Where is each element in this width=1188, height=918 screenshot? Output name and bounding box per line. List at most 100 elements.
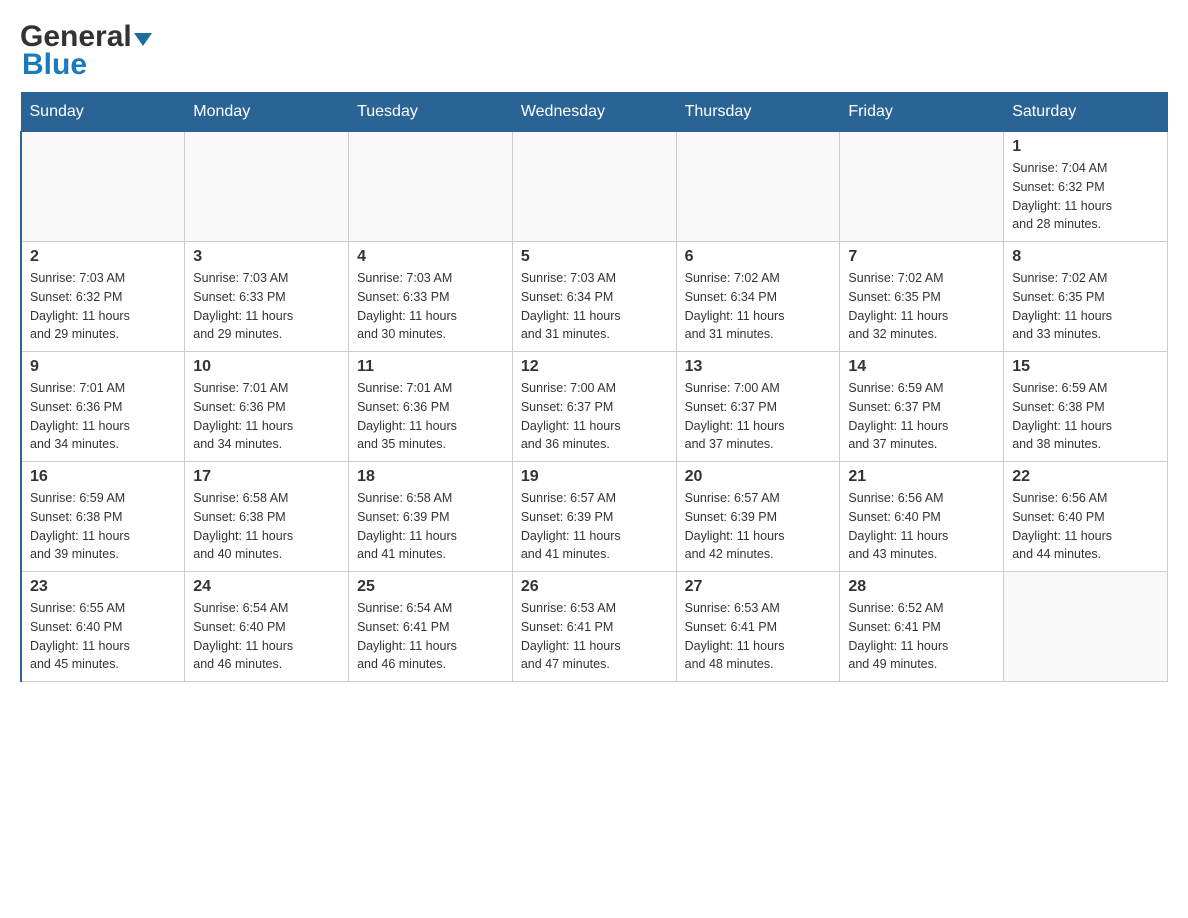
day-info: Sunrise: 7:00 AMSunset: 6:37 PMDaylight:… — [685, 379, 832, 454]
calendar-cell — [840, 132, 1004, 242]
day-info: Sunrise: 7:03 AMSunset: 6:33 PMDaylight:… — [193, 269, 340, 344]
calendar-cell: 23 Sunrise: 6:55 AMSunset: 6:40 PMDayligh… — [21, 572, 185, 682]
day-number: 3 — [193, 248, 340, 266]
calendar-cell: 18Sunrise: 6:58 AMSunset: 6:39 PMDayligh… — [349, 462, 513, 572]
day-number: 4 — [357, 248, 504, 266]
calendar-cell — [185, 132, 349, 242]
day-info: Sunrise: 6:59 AMSunset: 6:37 PMDaylight:… — [848, 379, 995, 454]
day-info: Sunrise: 6:54 AMSunset: 6:41 PMDaylight:… — [357, 599, 504, 674]
logo-blue: Blue — [20, 48, 87, 82]
calendar-cell: 20 Sunrise: 6:57 AMSunset: 6:39 PMDayligh… — [676, 462, 840, 572]
day-number: 15 — [1012, 358, 1159, 376]
day-info: Sunrise: 7:01 AMSunset: 6:36 PMDaylight:… — [357, 379, 504, 454]
day-info: Sunrise: 7:04 AMSunset: 6:32 PMDaylight:… — [1012, 159, 1159, 234]
week-row-2: 2 Sunrise: 7:03 AMSunset: 6:32 PMDaylight… — [21, 242, 1168, 352]
day-info: Sunrise: 7:02 AMSunset: 6:35 PMDaylight:… — [1012, 269, 1159, 344]
day-info: Sunrise: 6:59 AMSunset: 6:38 PMDaylight:… — [1012, 379, 1159, 454]
day-number: 23 — [30, 578, 176, 596]
day-info: Sunrise: 6:58 AMSunset: 6:38 PMDaylight:… — [193, 489, 340, 564]
day-number: 6 — [685, 248, 832, 266]
day-number: 9 — [30, 358, 176, 376]
calendar-cell: 10 Sunrise: 7:01 AMSunset: 6:36 PMDayligh… — [185, 352, 349, 462]
calendar-cell — [349, 132, 513, 242]
calendar-cell: 21 Sunrise: 6:56 AMSunset: 6:40 PMDayligh… — [840, 462, 1004, 572]
day-info: Sunrise: 7:03 AMSunset: 6:34 PMDaylight:… — [521, 269, 668, 344]
weekday-header-wednesday: Wednesday — [512, 93, 676, 132]
day-info: Sunrise: 7:03 AMSunset: 6:32 PMDaylight:… — [30, 269, 176, 344]
calendar-cell — [21, 132, 185, 242]
calendar-cell: 24Sunrise: 6:54 AMSunset: 6:40 PMDayligh… — [185, 572, 349, 682]
day-info: Sunrise: 7:01 AMSunset: 6:36 PMDaylight:… — [30, 379, 176, 454]
day-number: 2 — [30, 248, 176, 266]
weekday-header-sunday: Sunday — [21, 93, 185, 132]
calendar-cell: 13 Sunrise: 7:00 AMSunset: 6:37 PMDayligh… — [676, 352, 840, 462]
calendar-cell — [1004, 572, 1168, 682]
calendar-cell: 26Sunrise: 6:53 AMSunset: 6:41 PMDayligh… — [512, 572, 676, 682]
calendar-cell: 3 Sunrise: 7:03 AMSunset: 6:33 PMDaylight… — [185, 242, 349, 352]
calendar-cell: 15 Sunrise: 6:59 AMSunset: 6:38 PMDayligh… — [1004, 352, 1168, 462]
day-number: 27 — [685, 578, 832, 596]
day-number: 14 — [848, 358, 995, 376]
day-info: Sunrise: 6:52 AMSunset: 6:41 PMDaylight:… — [848, 599, 995, 674]
day-info: Sunrise: 6:58 AMSunset: 6:39 PMDaylight:… — [357, 489, 504, 564]
page-header: General Blue — [20, 20, 1168, 82]
weekday-header-thursday: Thursday — [676, 93, 840, 132]
calendar-cell: 17 Sunrise: 6:58 AMSunset: 6:38 PMDayligh… — [185, 462, 349, 572]
day-number: 1 — [1012, 138, 1159, 156]
weekday-header-monday: Monday — [185, 93, 349, 132]
day-number: 17 — [193, 468, 340, 486]
day-number: 5 — [521, 248, 668, 266]
calendar-cell: 9 Sunrise: 7:01 AMSunset: 6:36 PMDaylight… — [21, 352, 185, 462]
day-number: 11 — [357, 358, 504, 376]
day-info: Sunrise: 7:03 AMSunset: 6:33 PMDaylight:… — [357, 269, 504, 344]
calendar-cell: 27 Sunrise: 6:53 AMSunset: 6:41 PMDayligh… — [676, 572, 840, 682]
weekday-header-row: SundayMondayTuesdayWednesdayThursdayFrid… — [21, 93, 1168, 132]
day-info: Sunrise: 6:57 AMSunset: 6:39 PMDaylight:… — [521, 489, 668, 564]
week-row-1: 1 Sunrise: 7:04 AMSunset: 6:32 PMDaylight… — [21, 132, 1168, 242]
calendar-cell: 1 Sunrise: 7:04 AMSunset: 6:32 PMDaylight… — [1004, 132, 1168, 242]
calendar-cell: 28Sunrise: 6:52 AMSunset: 6:41 PMDayligh… — [840, 572, 1004, 682]
day-info: Sunrise: 7:02 AMSunset: 6:35 PMDaylight:… — [848, 269, 995, 344]
day-info: Sunrise: 6:56 AMSunset: 6:40 PMDaylight:… — [848, 489, 995, 564]
calendar-table: SundayMondayTuesdayWednesdayThursdayFrid… — [20, 92, 1168, 682]
day-number: 25 — [357, 578, 504, 596]
calendar-cell — [676, 132, 840, 242]
calendar-cell: 14 Sunrise: 6:59 AMSunset: 6:37 PMDayligh… — [840, 352, 1004, 462]
calendar-cell: 5 Sunrise: 7:03 AMSunset: 6:34 PMDaylight… — [512, 242, 676, 352]
day-number: 20 — [685, 468, 832, 486]
day-info: Sunrise: 6:56 AMSunset: 6:40 PMDaylight:… — [1012, 489, 1159, 564]
calendar-cell: 2 Sunrise: 7:03 AMSunset: 6:32 PMDaylight… — [21, 242, 185, 352]
day-number: 16 — [30, 468, 176, 486]
day-number: 8 — [1012, 248, 1159, 266]
weekday-header-friday: Friday — [840, 93, 1004, 132]
calendar-cell: 19 Sunrise: 6:57 AMSunset: 6:39 PMDayligh… — [512, 462, 676, 572]
day-info: Sunrise: 6:53 AMSunset: 6:41 PMDaylight:… — [521, 599, 668, 674]
day-info: Sunrise: 6:59 AMSunset: 6:38 PMDaylight:… — [30, 489, 176, 564]
calendar-cell: 16 Sunrise: 6:59 AMSunset: 6:38 PMDayligh… — [21, 462, 185, 572]
day-info: Sunrise: 6:54 AMSunset: 6:40 PMDaylight:… — [193, 599, 340, 674]
calendar-cell: 12 Sunrise: 7:00 AMSunset: 6:37 PMDayligh… — [512, 352, 676, 462]
day-info: Sunrise: 7:00 AMSunset: 6:37 PMDaylight:… — [521, 379, 668, 454]
day-info: Sunrise: 6:53 AMSunset: 6:41 PMDaylight:… — [685, 599, 832, 674]
calendar-cell: 25 Sunrise: 6:54 AMSunset: 6:41 PMDayligh… — [349, 572, 513, 682]
day-info: Sunrise: 6:57 AMSunset: 6:39 PMDaylight:… — [685, 489, 832, 564]
day-number: 22 — [1012, 468, 1159, 486]
day-number: 10 — [193, 358, 340, 376]
day-info: Sunrise: 7:02 AMSunset: 6:34 PMDaylight:… — [685, 269, 832, 344]
day-number: 12 — [521, 358, 668, 376]
logo-triangle-icon — [134, 33, 152, 46]
weekday-header-saturday: Saturday — [1004, 93, 1168, 132]
day-number: 13 — [685, 358, 832, 376]
day-info: Sunrise: 6:55 AMSunset: 6:40 PMDaylight:… — [30, 599, 176, 674]
calendar-cell: 6 Sunrise: 7:02 AMSunset: 6:34 PMDaylight… — [676, 242, 840, 352]
day-info: Sunrise: 7:01 AMSunset: 6:36 PMDaylight:… — [193, 379, 340, 454]
logo: General Blue — [20, 20, 152, 82]
day-number: 19 — [521, 468, 668, 486]
week-row-3: 9 Sunrise: 7:01 AMSunset: 6:36 PMDaylight… — [21, 352, 1168, 462]
calendar-cell: 22 Sunrise: 6:56 AMSunset: 6:40 PMDayligh… — [1004, 462, 1168, 572]
week-row-4: 16 Sunrise: 6:59 AMSunset: 6:38 PMDayligh… — [21, 462, 1168, 572]
weekday-header-tuesday: Tuesday — [349, 93, 513, 132]
calendar-cell: 4 Sunrise: 7:03 AMSunset: 6:33 PMDaylight… — [349, 242, 513, 352]
day-number: 21 — [848, 468, 995, 486]
day-number: 7 — [848, 248, 995, 266]
